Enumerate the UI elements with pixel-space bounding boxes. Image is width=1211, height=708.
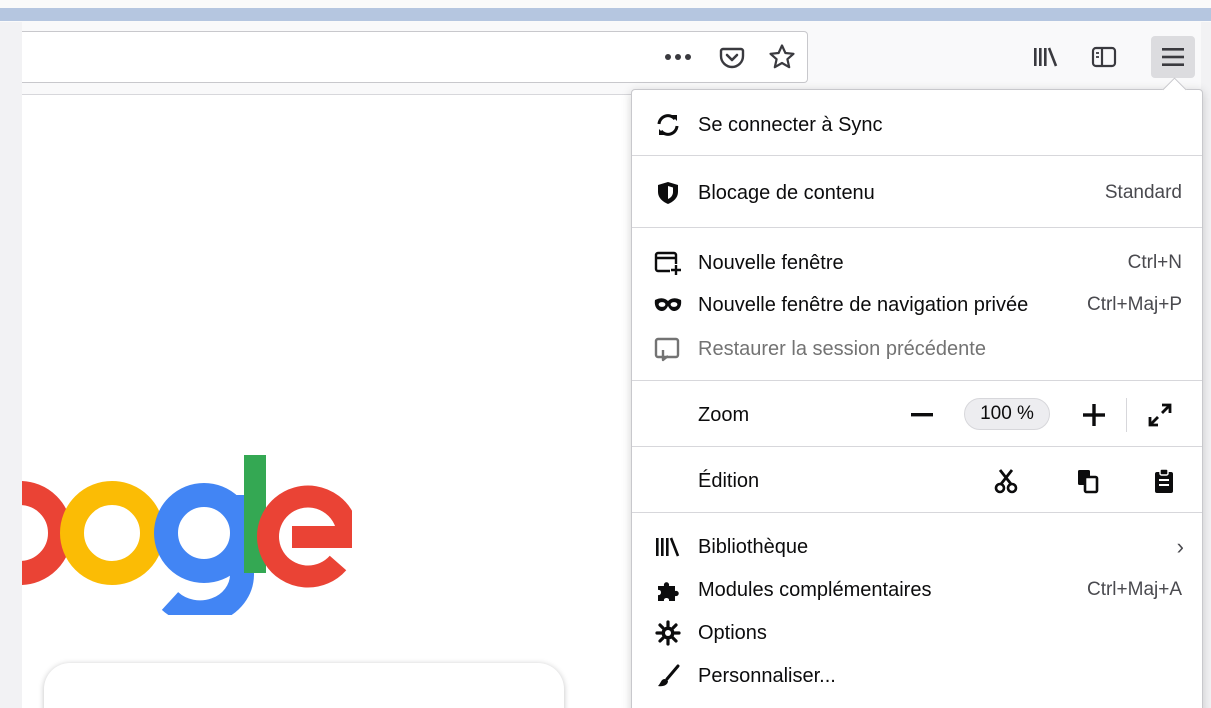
plus-icon[interactable]	[1074, 394, 1114, 436]
menu-item-addons[interactable]: Modules complémentaires Ctrl+Maj+A	[632, 569, 1202, 611]
fullscreen-icon[interactable]	[1140, 394, 1180, 436]
menu-separator	[632, 227, 1202, 228]
star-icon[interactable]	[766, 41, 798, 73]
menu-item-label: Options	[698, 621, 767, 644]
zoom-divider	[1126, 398, 1127, 432]
menu-item-label: Personnaliser...	[698, 664, 836, 687]
brush-icon	[652, 660, 684, 692]
hamburger-icon[interactable]	[1151, 36, 1195, 78]
browser-window: Se connecter à Sync Blocage de contenu S…	[0, 0, 1211, 708]
private-mask-icon	[652, 289, 684, 321]
menu-item-customize[interactable]: Personnaliser...	[632, 655, 1202, 697]
blocking-level: Standard	[1104, 182, 1182, 203]
menu-item-content-blocking[interactable]: Blocage de contenu Standard	[632, 172, 1202, 214]
sync-icon	[652, 109, 684, 141]
url-bar[interactable]	[22, 31, 808, 83]
menu-item-options[interactable]: Options	[632, 612, 1202, 654]
navigation-toolbar	[22, 22, 1201, 95]
window-title-strip	[0, 0, 1211, 22]
menu-separator	[632, 446, 1202, 447]
puzzle-icon	[652, 574, 684, 606]
zoom-reset-button[interactable]: 100 %	[964, 398, 1050, 430]
restore-session-icon	[652, 333, 684, 365]
library-icon	[652, 531, 684, 563]
shortcut-text: Ctrl+N	[1127, 252, 1182, 273]
menu-item-label: Restaurer la session précédente	[698, 337, 986, 360]
pocket-icon[interactable]	[716, 41, 748, 73]
copy-icon[interactable]	[1068, 460, 1108, 502]
menu-item-restore-session[interactable]: Restaurer la session précédente	[632, 328, 1202, 370]
gear-icon	[652, 617, 684, 649]
window-left-edge	[0, 22, 22, 708]
sidebar-icon[interactable]	[1084, 36, 1124, 78]
menu-item-edit: Édition	[632, 460, 1202, 502]
menu-separator	[632, 155, 1202, 156]
menu-item-label: Zoom	[698, 403, 750, 426]
minus-icon[interactable]	[902, 394, 942, 436]
menu-item-label: Bibliothèque	[698, 535, 809, 558]
scissors-icon[interactable]	[986, 460, 1026, 502]
new-window-icon	[652, 247, 684, 279]
menu-item-sync[interactable]: Se connecter à Sync	[632, 104, 1202, 146]
menu-item-private-window[interactable]: Nouvelle fenêtre de navigation privée Ct…	[632, 284, 1202, 326]
shortcut-text: Ctrl+Maj+P	[1086, 294, 1182, 315]
library-icon[interactable]	[1026, 36, 1066, 78]
menu-item-label: Nouvelle fenêtre	[698, 251, 844, 274]
menu-item-library[interactable]: Bibliothèque ›	[632, 526, 1202, 568]
menu-item-zoom: Zoom 100 %	[632, 394, 1202, 436]
chevron-right-icon: ›	[1176, 534, 1184, 559]
shortcut-text: Ctrl+Maj+A	[1086, 579, 1182, 600]
shield-icon	[652, 177, 684, 209]
clipboard-icon[interactable]	[1144, 460, 1184, 502]
menu-item-new-window[interactable]: Nouvelle fenêtre Ctrl+N	[632, 242, 1202, 284]
menu-item-label: Édition	[698, 469, 760, 492]
menu-item-label: Blocage de contenu	[698, 181, 875, 204]
menu-separator	[632, 380, 1202, 381]
menu-item-label: Nouvelle fenêtre de navigation privée	[698, 293, 1029, 316]
google-logo	[22, 455, 352, 615]
menu-separator	[632, 512, 1202, 513]
menu-item-label: Se connecter à Sync	[698, 113, 883, 136]
search-box[interactable]	[44, 663, 564, 708]
app-menu-panel: Se connecter à Sync Blocage de contenu S…	[631, 89, 1203, 708]
ellipsis-icon[interactable]	[662, 41, 694, 73]
menu-item-label: Modules complémentaires	[698, 578, 932, 601]
tab-strip-accent	[0, 8, 1211, 21]
